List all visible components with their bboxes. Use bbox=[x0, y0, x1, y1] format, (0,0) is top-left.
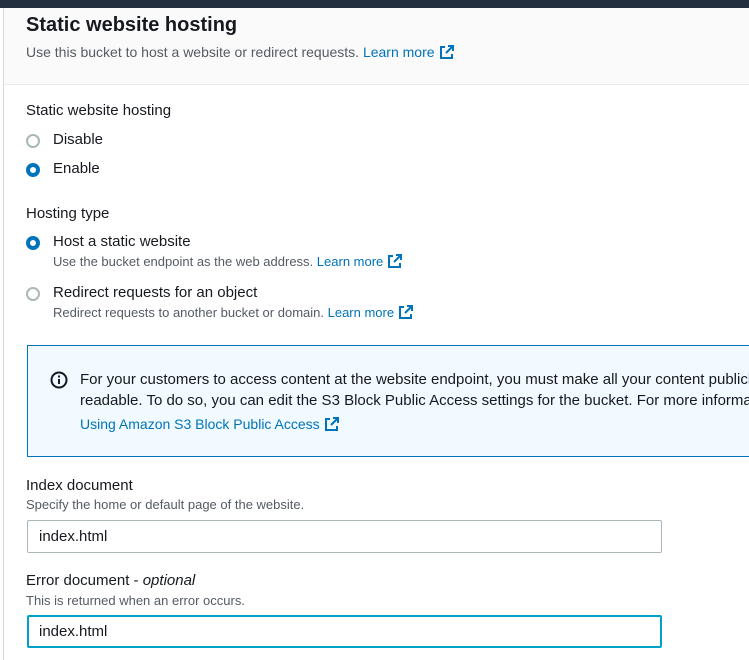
host-static-description-text: Use the bucket endpoint as the web addre… bbox=[53, 254, 314, 269]
error-document-label-text: Error document bbox=[26, 572, 130, 589]
error-document-optional-label: optional bbox=[142, 572, 196, 589]
alert-message: For your customers to access content at … bbox=[80, 369, 749, 411]
radio-redirect-requests-label: Redirect requests for an object bbox=[53, 284, 258, 301]
learn-more-redirect-label: Learn more bbox=[327, 305, 395, 320]
radio-disable[interactable]: Disable bbox=[26, 131, 103, 148]
learn-more-host-label: Learn more bbox=[316, 254, 384, 269]
radio-host-static-website-button[interactable] bbox=[26, 236, 40, 250]
alert-line-1: For your customers to access content at … bbox=[80, 371, 749, 388]
radio-redirect-requests-button[interactable] bbox=[26, 287, 40, 301]
external-link-icon bbox=[324, 417, 339, 431]
redirect-description-text: Redirect requests to another bucket or d… bbox=[53, 305, 324, 320]
learn-more-link-redirect[interactable]: Learn more bbox=[328, 305, 414, 320]
alert-line-2: readable. To do so, you can edit the S3 … bbox=[80, 392, 749, 409]
block-public-access-link-label: Using Amazon S3 Block Public Access bbox=[80, 416, 320, 432]
radio-redirect-requests[interactable]: Redirect requests for an object Redirect… bbox=[26, 284, 414, 320]
index-document-input[interactable] bbox=[27, 520, 662, 553]
error-document-description: This is returned when an error occurs. bbox=[26, 593, 245, 608]
hosting-type-label: Hosting type bbox=[26, 205, 110, 222]
external-link-icon bbox=[388, 254, 403, 268]
radio-host-static-website[interactable]: Host a static website Use the bucket end… bbox=[26, 233, 403, 269]
top-navigation-bar bbox=[0, 0, 749, 8]
external-link-icon bbox=[439, 45, 454, 59]
error-document-input[interactable] bbox=[27, 615, 662, 648]
radio-disable-label: Disable bbox=[53, 131, 104, 148]
radio-redirect-requests-description: Redirect requests to another bucket or d… bbox=[53, 304, 414, 320]
info-icon bbox=[50, 371, 68, 389]
index-document-label: Index document bbox=[26, 477, 133, 494]
block-public-access-alert: For your customers to access content at … bbox=[27, 345, 749, 457]
panel-subtitle-text: Use this bucket to host a website or red… bbox=[26, 44, 360, 60]
radio-enable-label: Enable bbox=[53, 160, 100, 177]
learn-more-label: Learn more bbox=[362, 44, 435, 60]
hosting-group-label: Static website hosting bbox=[26, 102, 172, 119]
panel-subtitle: Use this bucket to host a website or red… bbox=[26, 44, 455, 60]
external-link-icon bbox=[399, 305, 414, 319]
error-document-label: Error document - optional bbox=[26, 572, 196, 589]
radio-enable[interactable]: Enable bbox=[26, 160, 100, 177]
radio-host-static-website-description: Use the bucket endpoint as the web addre… bbox=[53, 253, 403, 269]
learn-more-link-host[interactable]: Learn more bbox=[317, 254, 403, 269]
radio-enable-button[interactable] bbox=[26, 163, 40, 177]
panel-title: Static website hosting bbox=[26, 14, 238, 36]
static-website-hosting-panel: Static website hosting Use this bucket t… bbox=[3, 8, 749, 660]
radio-host-static-website-label: Host a static website bbox=[53, 233, 191, 250]
learn-more-link[interactable]: Learn more bbox=[363, 44, 455, 60]
radio-disable-button[interactable] bbox=[26, 134, 40, 148]
index-document-description: Specify the home or default page of the … bbox=[26, 497, 305, 512]
block-public-access-link[interactable]: Using Amazon S3 Block Public Access bbox=[80, 416, 340, 432]
panel-header: Static website hosting Use this bucket t… bbox=[4, 8, 749, 85]
